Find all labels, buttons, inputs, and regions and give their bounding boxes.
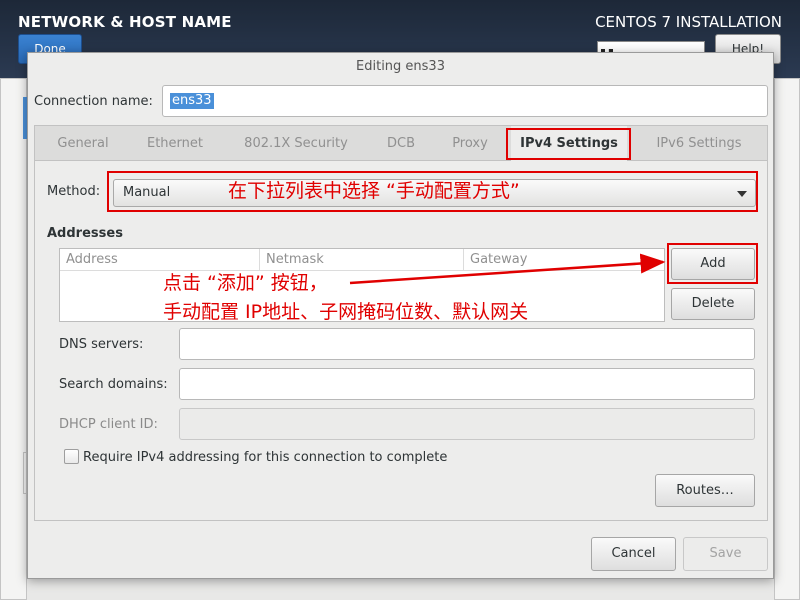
require-ipv4-label[interactable]: Require IPv4 addressing for this connect… — [83, 450, 447, 465]
installation-title: CENTOS 7 INSTALLATION — [595, 13, 782, 31]
require-ipv4-checkbox[interactable] — [64, 449, 79, 464]
dns-servers-label: DNS servers: — [59, 337, 144, 352]
column-header-gateway[interactable]: Gateway — [464, 249, 664, 271]
column-header-netmask[interactable]: Netmask — [260, 249, 464, 271]
tab-ethernet[interactable]: Ethernet — [133, 126, 217, 161]
dhcp-client-id-label: DHCP client ID: — [59, 417, 158, 432]
connection-name-selected-text: ens33 — [170, 93, 214, 109]
tab-dcb[interactable]: DCB — [375, 126, 427, 161]
tab-proxy[interactable]: Proxy — [439, 126, 501, 161]
background-panel-right — [774, 78, 800, 600]
add-button-highlight — [667, 243, 758, 284]
delete-address-button[interactable]: Delete — [671, 288, 755, 320]
routes-button[interactable]: Routes… — [655, 474, 755, 507]
method-annotation-text: 在下拉列表中选择 “手动配置方式” — [228, 180, 520, 202]
dhcp-client-id-input — [179, 408, 755, 440]
save-button: Save — [683, 537, 768, 571]
cancel-button[interactable]: Cancel — [591, 537, 676, 571]
tab-ipv6-settings[interactable]: IPv6 Settings — [639, 126, 759, 161]
tab-general[interactable]: General — [43, 126, 123, 161]
tab-bar: General Ethernet 802.1X Security DCB Pro… — [35, 126, 767, 162]
column-header-address[interactable]: Address — [60, 249, 260, 271]
connection-name-input[interactable] — [162, 85, 768, 117]
add-annotation-line2: 手动配置 IP地址、子网掩码位数、默认网关 — [163, 301, 529, 323]
addresses-heading: Addresses — [47, 226, 123, 241]
dialog-title: Editing ens33 — [356, 59, 445, 74]
background-panel-left — [0, 78, 27, 600]
add-annotation-line1: 点击 “添加” 按钮， — [163, 272, 328, 294]
tab-802-1x-security[interactable]: 802.1X Security — [231, 126, 361, 161]
dns-servers-input[interactable] — [179, 328, 755, 360]
ipv4-tab-highlight — [506, 128, 631, 160]
hub-title: NETWORK & HOST NAME — [18, 13, 232, 31]
search-domains-label: Search domains: — [59, 377, 168, 392]
connection-name-label: Connection name: — [34, 94, 153, 109]
search-domains-input[interactable] — [179, 368, 755, 400]
method-label: Method: — [47, 184, 101, 199]
